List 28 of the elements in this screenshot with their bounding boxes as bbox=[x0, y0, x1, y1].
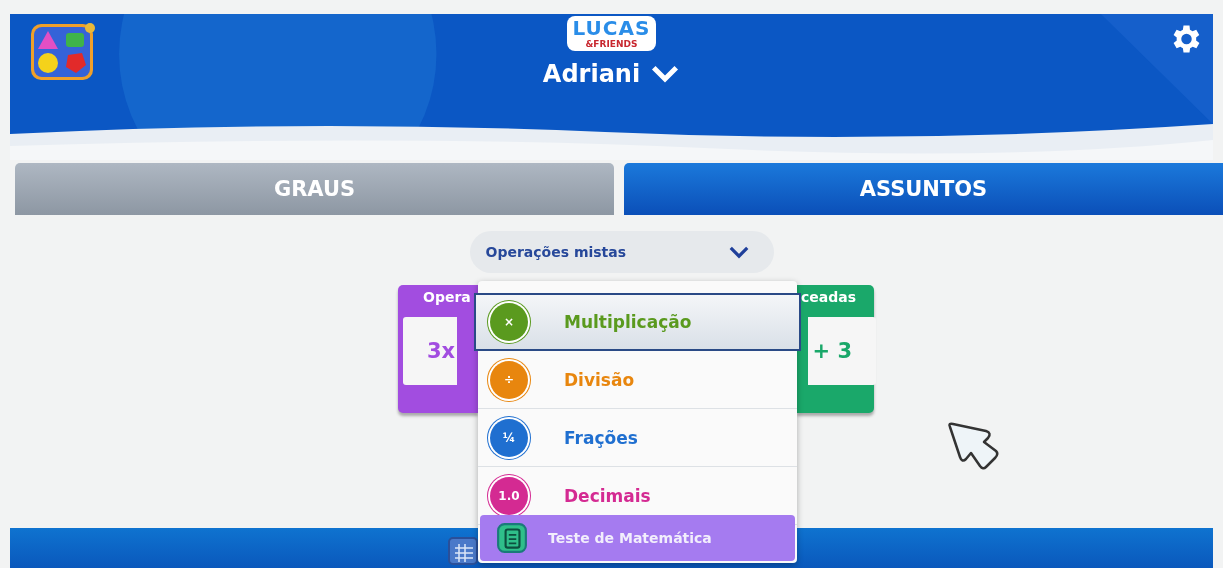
menu-item[interactable]: × Multiplicação bbox=[474, 293, 801, 351]
shapes-app-icon[interactable] bbox=[30, 23, 96, 81]
chevron-down-icon bbox=[727, 244, 750, 260]
tab[interactable]: ASSUNTOS bbox=[624, 163, 1223, 215]
topic-card[interactable]: Opera 3x bbox=[398, 285, 478, 413]
tab[interactable]: GRAUS bbox=[15, 163, 614, 215]
topic-badge: 1.0 bbox=[490, 476, 528, 515]
topic-label: Frações bbox=[564, 427, 638, 448]
menu-item[interactable]: ÷ Divisão bbox=[478, 351, 797, 409]
topic-badge: × bbox=[490, 303, 528, 341]
topic-badge: ¼ bbox=[490, 418, 528, 457]
card-example: + 3 bbox=[808, 317, 876, 385]
test-menu-item[interactable]: Teste de Matemática bbox=[480, 515, 795, 561]
topic-dropdown[interactable]: Operações mistas bbox=[469, 231, 774, 273]
card-title: Opera bbox=[423, 289, 472, 305]
menu-item[interactable]: ¼ Frações bbox=[478, 409, 797, 467]
user-selector[interactable]: Adriani bbox=[542, 60, 681, 88]
test-label: Teste de Matemática bbox=[548, 530, 712, 546]
chevron-down-icon bbox=[650, 64, 681, 84]
logo: LUCAS &FRIENDS bbox=[566, 16, 657, 51]
topic-badge: ÷ bbox=[490, 360, 528, 399]
topic-label: Divisão bbox=[564, 369, 635, 390]
topic-label: Decimais bbox=[564, 485, 651, 506]
card-example: 3x bbox=[403, 317, 457, 385]
topic-label: Multiplicação bbox=[564, 312, 692, 332]
clipboard-icon bbox=[496, 522, 528, 554]
card-title: ceadas bbox=[800, 289, 856, 305]
topic-card[interactable]: ceadas + 3 bbox=[797, 285, 874, 413]
